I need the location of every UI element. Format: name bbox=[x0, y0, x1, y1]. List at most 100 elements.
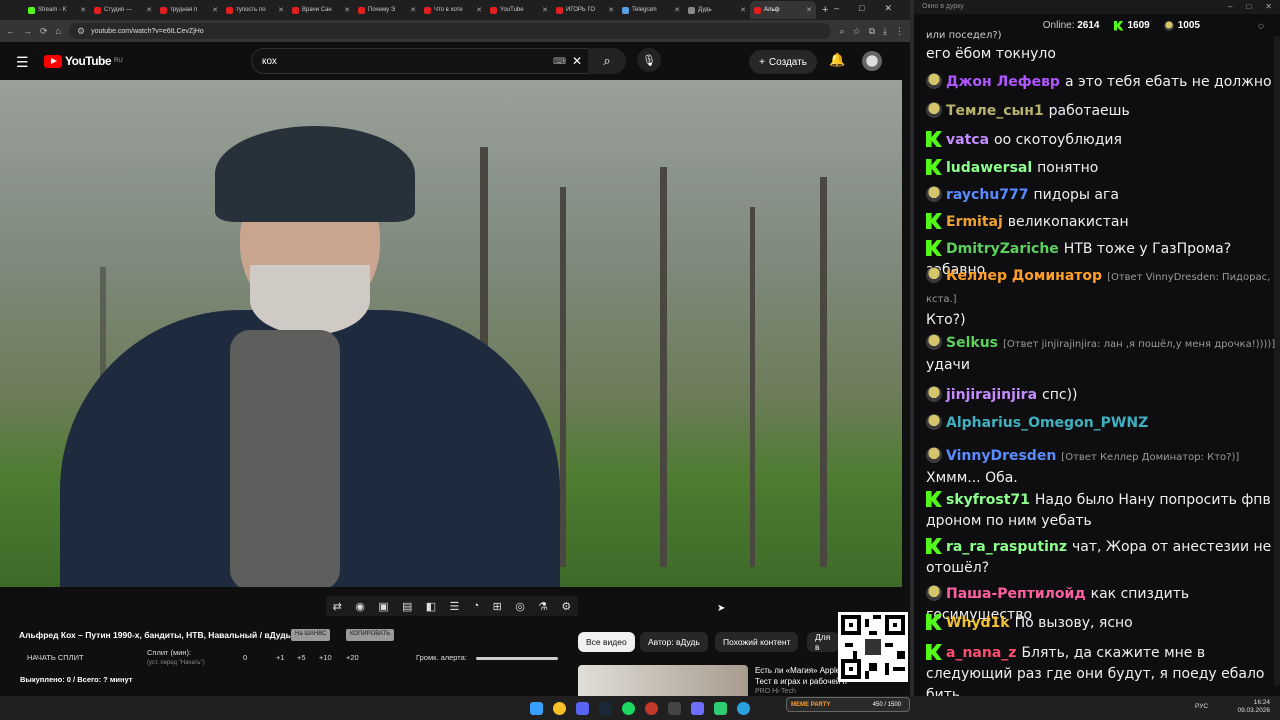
tab-close-icon[interactable]: ✕ bbox=[674, 6, 680, 14]
browser-tab[interactable]: трудная п ✕ bbox=[156, 1, 222, 19]
subtitles-icon[interactable]: ☰ bbox=[449, 600, 459, 613]
split-value-0[interactable]: 0 bbox=[243, 653, 247, 662]
chat-username[interactable]: jinjirajinjira bbox=[946, 387, 1037, 403]
back-icon[interactable]: ← bbox=[6, 26, 15, 36]
chat-username[interactable]: vatca bbox=[946, 132, 989, 148]
tab-close-icon[interactable]: ✕ bbox=[476, 6, 482, 14]
chat-username[interactable]: Келлер Доминатор bbox=[946, 268, 1102, 284]
chat-username[interactable]: Ermitaj bbox=[946, 214, 1003, 230]
browser-tab[interactable]: Telegram ✕ bbox=[618, 1, 684, 19]
browser-tab[interactable]: Почему Э ✕ bbox=[354, 1, 420, 19]
create-button[interactable]: + Создать bbox=[749, 50, 817, 74]
chat-close-icon[interactable]: ✕ bbox=[1265, 2, 1272, 11]
notifications-bell-icon[interactable]: 🔔 bbox=[829, 52, 845, 68]
spotify-icon[interactable] bbox=[622, 701, 635, 715]
hamburger-icon[interactable]: ☰ bbox=[16, 54, 29, 71]
maximize-icon[interactable]: □ bbox=[859, 3, 864, 14]
video-player[interactable] bbox=[0, 80, 902, 587]
chat-username[interactable]: Джон Лефевр bbox=[946, 74, 1060, 90]
tab-close-icon[interactable]: ✕ bbox=[608, 6, 614, 14]
settings-gear-icon[interactable]: ⚙ bbox=[561, 600, 571, 613]
tab-close-icon[interactable]: ✕ bbox=[410, 6, 416, 14]
browser-tab[interactable]: Врачи Сан ✕ bbox=[288, 1, 354, 19]
browser-tab[interactable]: Альф ✕ bbox=[750, 1, 816, 19]
reload-icon[interactable]: ⟳ bbox=[40, 26, 48, 37]
bookmark-icon[interactable]: ☆ bbox=[853, 26, 861, 37]
chat-username[interactable]: VinnyDresden bbox=[946, 448, 1056, 464]
chat-username[interactable]: Темле_сын1 bbox=[946, 103, 1044, 119]
tab-close-icon[interactable]: ✕ bbox=[278, 6, 284, 14]
close-window-icon[interactable]: ✕ bbox=[884, 3, 892, 14]
recommended-subtitle[interactable]: Тест в играх и рабочей п bbox=[755, 677, 847, 686]
loop-icon[interactable]: ⇄ bbox=[333, 600, 342, 613]
chat-username[interactable]: Alpharius_Omegon_PWNZ bbox=[946, 415, 1148, 431]
steam-icon[interactable] bbox=[599, 701, 612, 715]
url-field[interactable]: ⚙ youtube.com/watch?v=e6tLCevZjHo bbox=[68, 23, 832, 39]
browser-tab[interactable]: ИГОРЬ ГО ✕ bbox=[552, 1, 618, 19]
clock[interactable]: 16:24 09.03.2026 bbox=[1237, 699, 1270, 715]
app-icon[interactable] bbox=[668, 701, 681, 715]
avatar[interactable] bbox=[862, 51, 882, 71]
alert-volume-slider[interactable] bbox=[476, 657, 558, 660]
pill-button-1[interactable]: На ШАНВС bbox=[291, 629, 331, 641]
pip-icon[interactable]: ◧ bbox=[426, 600, 436, 613]
search-button[interactable]: ⌕ bbox=[588, 48, 626, 74]
split-value-plus1[interactable]: +1 bbox=[276, 653, 285, 662]
chip-all-videos[interactable]: Все видео bbox=[578, 632, 635, 652]
chat-username[interactable]: ra_ra_rasputinz bbox=[946, 539, 1067, 555]
search-input[interactable]: кох ⌨ ✕ bbox=[251, 48, 593, 74]
forward-icon[interactable]: → bbox=[23, 26, 32, 36]
screenshot-icon[interactable]: ▣ bbox=[378, 600, 388, 613]
chip-for-you[interactable]: Для в bbox=[807, 632, 839, 652]
chat-username[interactable]: Паша-Рептилойд bbox=[946, 586, 1086, 602]
tab-close-icon[interactable]: ✕ bbox=[542, 6, 548, 14]
tab-close-icon[interactable]: ✕ bbox=[740, 6, 746, 14]
voice-search-icon[interactable]: 🎙 bbox=[637, 48, 661, 72]
browser-tab[interactable]: Студия — ✕ bbox=[90, 1, 156, 19]
clear-search-icon[interactable]: ✕ bbox=[572, 54, 582, 68]
camera-icon[interactable]: ◎ bbox=[515, 600, 525, 613]
tab-close-icon[interactable]: ✕ bbox=[806, 6, 812, 14]
keyboard-icon[interactable]: ⌨ bbox=[553, 56, 566, 67]
download-icon[interactable]: ⤓ bbox=[883, 26, 887, 37]
flask-icon[interactable]: ⚗ bbox=[538, 600, 548, 613]
discord-icon[interactable] bbox=[576, 701, 589, 715]
tool-icon[interactable] bbox=[714, 701, 727, 715]
tab-close-icon[interactable]: ✕ bbox=[212, 6, 218, 14]
chat-username[interactable]: Whyd1k bbox=[946, 615, 1010, 631]
browser-tab[interactable]: Что в хоте ✕ bbox=[420, 1, 486, 19]
split-value-plus20[interactable]: +20 bbox=[346, 653, 359, 662]
chat-username[interactable]: skyfrost71 bbox=[946, 492, 1030, 508]
telegram-icon[interactable] bbox=[737, 701, 750, 715]
zoom-icon[interactable]: ⌕ bbox=[839, 26, 844, 37]
chat-username[interactable]: a_nana_z bbox=[946, 645, 1016, 661]
chip-similar[interactable]: Похожий контент bbox=[715, 632, 799, 652]
site-info-icon[interactable]: ⚙ bbox=[77, 26, 85, 37]
chat-maximize-icon[interactable]: □ bbox=[1246, 2, 1251, 11]
extensions-icon[interactable]: ⧉ bbox=[869, 26, 875, 37]
tab-close-icon[interactable]: ✕ bbox=[344, 6, 350, 14]
split-value-plus5[interactable]: +5 bbox=[297, 653, 306, 662]
chat-username[interactable]: DmitryZariche bbox=[946, 241, 1059, 257]
minimize-icon[interactable]: – bbox=[834, 3, 839, 14]
chat-username[interactable]: ludawersal bbox=[946, 160, 1032, 176]
browser-tab[interactable]: YouTube ✕ bbox=[486, 1, 552, 19]
copy-button[interactable]: КОПИРОВАТЬ bbox=[346, 629, 395, 641]
split-value-plus10[interactable]: +10 bbox=[319, 653, 332, 662]
language-indicator[interactable]: РУС bbox=[1195, 703, 1208, 710]
browser-tab[interactable]: тупость по ✕ bbox=[222, 1, 288, 19]
speed-icon[interactable]: ◔ bbox=[473, 600, 480, 612]
chat-minimize-icon[interactable]: – bbox=[1228, 2, 1232, 11]
obs-icon[interactable] bbox=[645, 701, 658, 715]
new-tab-button[interactable]: + bbox=[822, 4, 828, 16]
add-icon[interactable]: ⊞ bbox=[493, 600, 502, 613]
tab-close-icon[interactable]: ✕ bbox=[146, 6, 152, 14]
home-icon[interactable]: ⌂ bbox=[56, 26, 61, 36]
clip-icon[interactable]: ▤ bbox=[402, 600, 412, 613]
recommended-thumbnail[interactable] bbox=[578, 665, 748, 698]
browser-tab[interactable]: Дудь ✕ bbox=[684, 1, 750, 19]
player-icon[interactable] bbox=[691, 701, 704, 715]
menu-icon[interactable]: ⋮ bbox=[895, 26, 904, 37]
chip-author[interactable]: Автор: вДудь bbox=[640, 632, 708, 652]
youtube-logo[interactable]: YouTube RU bbox=[44, 54, 123, 68]
